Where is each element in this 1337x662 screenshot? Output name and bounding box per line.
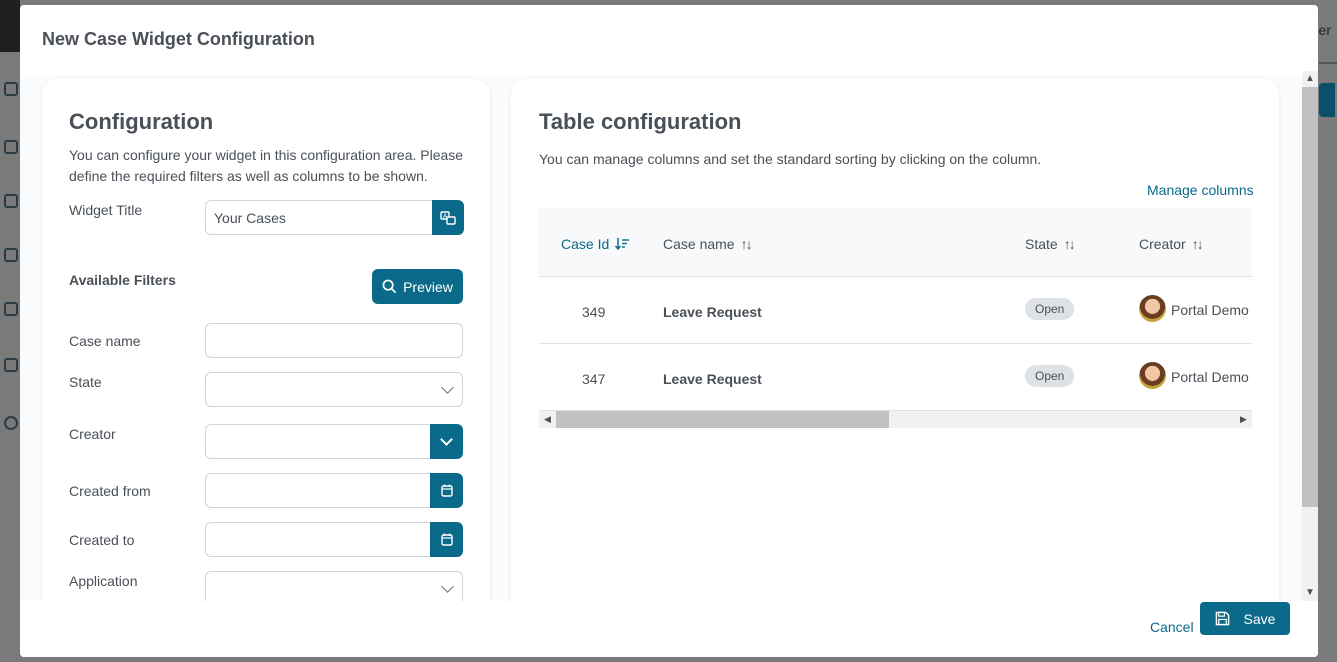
process-icon	[4, 140, 18, 154]
table-header: Case Id Case name ↑↓ State ↑↓ Creator ↑↓	[539, 208, 1252, 277]
creator-cell: Portal Demo	[1171, 369, 1249, 385]
created-from-calendar-button[interactable]	[430, 473, 463, 508]
save-icon	[1215, 611, 1229, 626]
case-name-cell: Leave Request	[663, 304, 762, 320]
preview-label: Preview	[403, 278, 453, 295]
creator-dropdown-button[interactable]	[430, 424, 463, 459]
idea-icon	[4, 358, 18, 372]
case-id-cell: 349	[582, 304, 606, 320]
background-user-text: er	[1318, 22, 1331, 38]
manage-columns-link[interactable]: Manage columns	[1147, 182, 1254, 198]
column-header-label: Case Id	[561, 236, 610, 252]
column-header-creator[interactable]: Creator ↑↓	[1139, 236, 1204, 252]
table-configuration-heading: Table configuration	[539, 109, 742, 134]
scrollbar-thumb[interactable]	[556, 411, 889, 428]
sort-icon: ↑↓	[1063, 236, 1076, 252]
created-from-input[interactable]	[205, 473, 431, 508]
created-from-label: Created from	[69, 483, 151, 499]
column-header-label: State	[1025, 236, 1058, 252]
scroll-left-icon[interactable]: ◀	[539, 411, 556, 428]
background-button	[1319, 83, 1335, 117]
widget-config-dialog: New Case Widget Configuration Configurat…	[20, 5, 1318, 657]
background-divider	[1319, 62, 1337, 64]
dialog-footer: Cancel Save	[20, 601, 1318, 657]
table-row[interactable]: 347 Leave Request Open Portal Demo	[539, 344, 1252, 411]
calendar-icon	[440, 533, 453, 546]
translate-button[interactable]: A	[432, 200, 464, 235]
dialog-title: New Case Widget Configuration	[42, 29, 315, 49]
created-to-label: Created to	[69, 532, 135, 548]
avatar	[1139, 362, 1166, 389]
case-name-cell: Leave Request	[663, 371, 762, 387]
configuration-description: You can configure your widget in this co…	[69, 147, 464, 184]
sort-icon: ↑↓	[1191, 236, 1204, 252]
preview-table: Case Id Case name ↑↓ State ↑↓ Creator ↑↓…	[539, 208, 1252, 414]
translate-icon: A	[440, 210, 456, 225]
case-name-input[interactable]	[205, 323, 463, 358]
table-horizontal-scrollbar[interactable]: ◀ ▶	[539, 411, 1252, 428]
chevron-down-icon	[441, 580, 454, 593]
creator-input[interactable]	[205, 424, 431, 459]
sort-descending-icon	[615, 238, 630, 250]
status-badge: Open	[1025, 365, 1075, 387]
app-logo	[0, 0, 20, 52]
save-button[interactable]: Save	[1200, 602, 1290, 635]
column-header-state[interactable]: State ↑↓	[1025, 236, 1076, 252]
creator-cell: Portal Demo	[1171, 302, 1249, 318]
column-header-case-id[interactable]: Case Id	[561, 236, 630, 252]
table-configuration-description: You can manage columns and set the stand…	[539, 151, 1042, 167]
dialog-content: Configuration You can configure your wid…	[20, 75, 1302, 601]
case-name-label: Case name	[69, 333, 141, 349]
avatar	[1139, 295, 1166, 322]
search-icon	[382, 279, 397, 294]
creator-label: Creator	[69, 426, 116, 442]
case-id-cell: 347	[582, 371, 606, 387]
scroll-down-icon[interactable]: ▼	[1302, 585, 1318, 601]
case-icon	[4, 302, 18, 316]
dashboard-icon	[4, 82, 18, 96]
created-to-input[interactable]	[205, 522, 431, 557]
info-icon	[4, 416, 18, 430]
background-sidebar	[0, 60, 20, 660]
scroll-right-icon[interactable]: ▶	[1235, 411, 1252, 428]
dialog-vertical-scrollbar[interactable]: ▲ ▼	[1302, 71, 1318, 601]
scroll-up-icon[interactable]: ▲	[1302, 71, 1318, 87]
application-select[interactable]	[205, 571, 463, 601]
state-label: State	[69, 374, 102, 390]
preview-button[interactable]: Preview	[372, 269, 463, 304]
apps-icon	[4, 248, 18, 262]
application-label: Application	[69, 573, 138, 589]
widget-title-label: Widget Title	[69, 202, 143, 218]
widget-title-input[interactable]: Your Cases	[205, 200, 433, 235]
status-badge: Open	[1025, 298, 1075, 320]
sort-icon: ↑↓	[740, 236, 753, 252]
created-to-calendar-button[interactable]	[430, 522, 463, 557]
column-header-label: Case name	[663, 236, 735, 252]
scrollbar-thumb[interactable]	[1302, 87, 1318, 507]
task-icon	[4, 194, 18, 208]
chevron-down-icon	[441, 381, 454, 394]
table-row[interactable]: 349 Leave Request Open Portal Demo	[539, 277, 1252, 344]
calendar-icon	[440, 484, 453, 497]
cancel-button[interactable]: Cancel	[1150, 619, 1194, 635]
save-label: Save	[1243, 610, 1276, 627]
configuration-heading: Configuration	[69, 109, 214, 134]
state-select[interactable]	[205, 372, 463, 407]
column-header-label: Creator	[1139, 236, 1186, 252]
chevron-down-icon	[440, 433, 453, 446]
available-filters-heading: Available Filters	[69, 272, 176, 288]
column-header-case-name[interactable]: Case name ↑↓	[663, 236, 753, 252]
